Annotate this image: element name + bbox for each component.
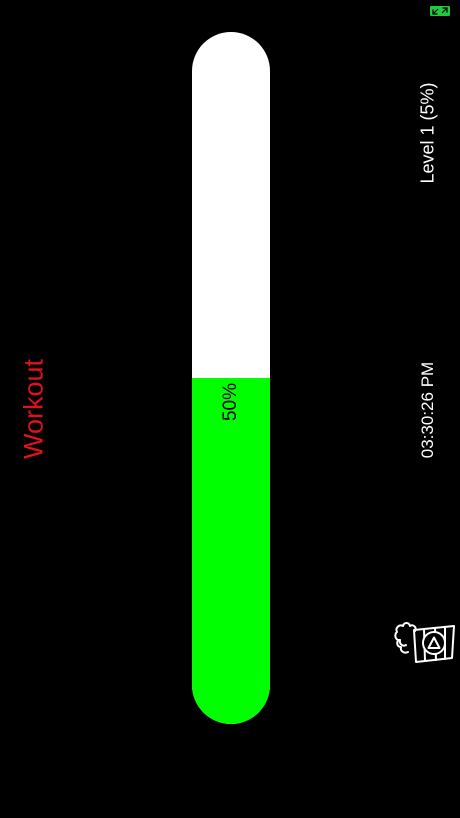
progress-meter: 50% [192,32,270,724]
level-indicator: Level 1 (5%) [417,82,438,184]
progress-fill [192,378,270,724]
popcorn-play-icon[interactable] [394,618,456,664]
progress-percent-label: 50% [220,382,241,422]
expand-arrows-icon[interactable] [430,6,450,16]
clock-time: 03:30:26 PM [418,361,437,459]
workout-title: Workout [18,358,49,460]
